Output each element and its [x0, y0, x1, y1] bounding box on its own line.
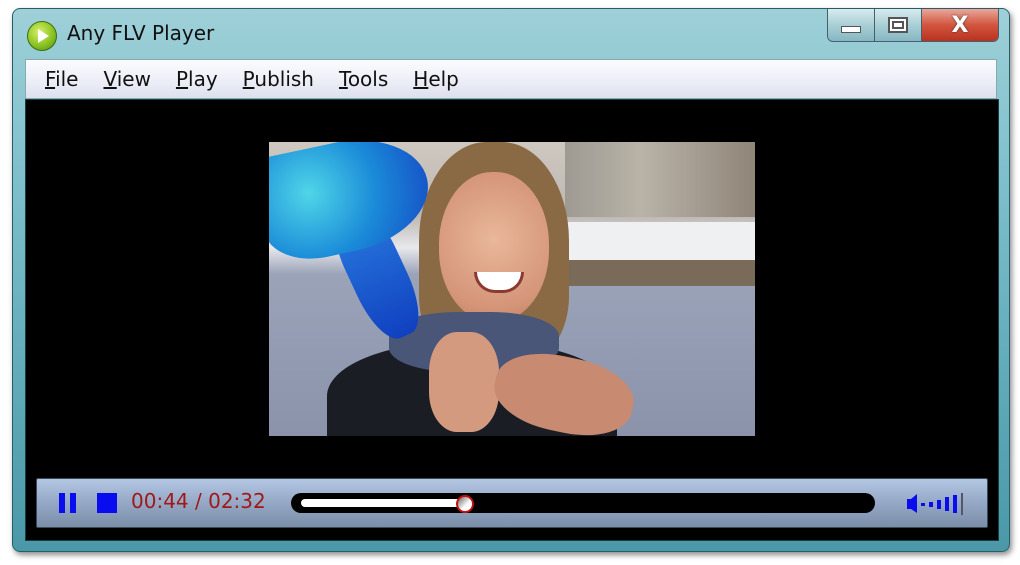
video-face — [439, 172, 549, 322]
seek-thumb[interactable] — [456, 495, 474, 513]
menu-tools[interactable]: Tools — [333, 67, 394, 91]
title-bar[interactable]: Any FLV Player X — [13, 9, 1009, 59]
seek-bar[interactable] — [291, 493, 875, 513]
maximize-icon — [888, 17, 908, 33]
time-display: 00:44 / 02:32 — [131, 489, 266, 513]
app-logo-icon — [27, 21, 57, 51]
volume-bar — [937, 500, 941, 509]
menu-publish[interactable]: Publish — [237, 67, 320, 91]
window-title: Any FLV Player — [67, 21, 215, 45]
menu-help[interactable]: Help — [407, 67, 465, 91]
menu-view[interactable]: View — [97, 67, 156, 91]
elapsed-time: 00:44 — [131, 489, 189, 513]
video-balloon — [269, 142, 439, 269]
caption-buttons: X — [827, 9, 999, 42]
speaker-cone — [911, 494, 917, 513]
close-button[interactable]: X — [922, 9, 998, 41]
speaker-body — [907, 499, 911, 509]
volume-bar — [921, 503, 925, 506]
video-hand — [429, 332, 499, 432]
menu-bar: File View Play Publish Tools Help — [25, 59, 997, 99]
video-building — [565, 142, 755, 217]
seek-progress — [301, 499, 465, 507]
menu-file[interactable]: File — [39, 67, 84, 91]
volume-bar — [929, 502, 933, 507]
volume-icon[interactable] — [907, 491, 967, 515]
pause-icon — [59, 493, 65, 513]
maximize-button[interactable] — [875, 9, 922, 41]
volume-bar — [953, 495, 957, 513]
minimize-button[interactable] — [828, 9, 875, 41]
minimize-icon — [841, 25, 861, 33]
player-area: 00:44 / 02:32 — [25, 99, 999, 541]
pause-icon — [70, 493, 76, 513]
close-icon: X — [951, 12, 969, 38]
control-bar: 00:44 / 02:32 — [36, 478, 988, 528]
volume-bar-empty — [961, 493, 963, 515]
menu-play[interactable]: Play — [170, 67, 224, 91]
stop-button[interactable] — [97, 493, 117, 513]
pause-button[interactable] — [59, 493, 79, 513]
total-duration: 02:32 — [208, 489, 266, 513]
volume-bar — [945, 497, 949, 511]
video-frame[interactable] — [269, 142, 755, 436]
video-boat — [565, 260, 755, 286]
app-window: Any FLV Player X File View Play Publish … — [12, 8, 1010, 552]
